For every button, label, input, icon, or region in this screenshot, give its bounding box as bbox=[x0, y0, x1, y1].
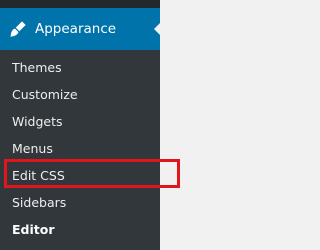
paintbrush-icon bbox=[9, 20, 27, 38]
submenu-item-customize[interactable]: Customize bbox=[0, 81, 160, 108]
menu-appearance[interactable]: Appearance bbox=[0, 8, 160, 50]
submenu-item-themes[interactable]: Themes bbox=[0, 54, 160, 81]
submenu-item-sidebars[interactable]: Sidebars bbox=[0, 189, 160, 216]
appearance-submenu: Themes Customize Widgets Menus Edit CSS … bbox=[0, 50, 160, 250]
highlight-annotation-box bbox=[4, 159, 180, 188]
submenu-item-widgets[interactable]: Widgets bbox=[0, 108, 160, 135]
admin-sidebar: Appearance Themes Customize Widgets Menu… bbox=[0, 0, 161, 250]
screenshot-canvas: Appearance Themes Customize Widgets Menu… bbox=[0, 0, 203, 250]
submenu-item-editor[interactable]: Editor bbox=[0, 216, 160, 243]
current-menu-pointer bbox=[154, 22, 161, 36]
menu-appearance-label: Appearance bbox=[35, 21, 117, 37]
submenu-item-menus[interactable]: Menus bbox=[0, 135, 160, 162]
